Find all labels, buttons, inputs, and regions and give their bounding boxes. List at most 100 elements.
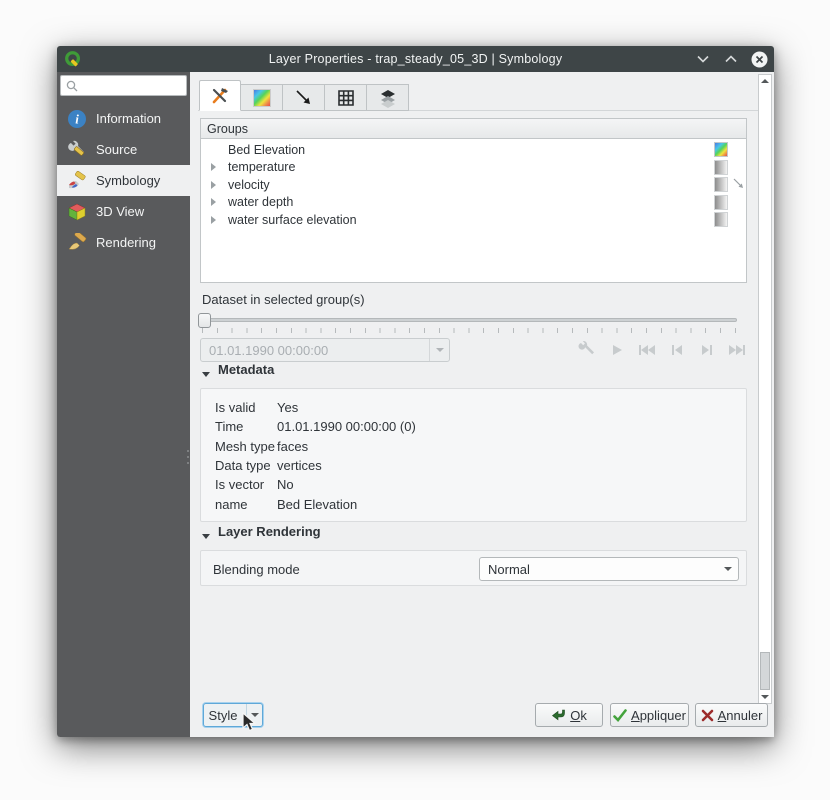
group-label: temperature	[228, 160, 295, 174]
layer-rendering-section-title[interactable]: Layer Rendering	[218, 524, 321, 539]
sidebar-item-rendering[interactable]: Rendering	[57, 227, 190, 258]
info-icon: i	[67, 109, 87, 129]
symbology-panel: Groups Bed Elevation temperature velocit…	[190, 72, 774, 737]
window-title: Layer Properties - trap_steady_05_3D | S…	[57, 52, 774, 66]
cancel-button[interactable]: Annuler	[695, 703, 768, 727]
group-label: velocity	[228, 178, 270, 192]
rendering-brush-icon	[67, 233, 87, 253]
skip-last-icon[interactable]	[726, 340, 748, 360]
tab-contours[interactable]	[241, 84, 283, 111]
search-icon	[65, 79, 79, 93]
symbology-tabbar	[199, 80, 409, 111]
groups-list[interactable]: Bed Elevation temperature velocity	[200, 139, 747, 283]
wrench-icon[interactable]	[576, 340, 598, 360]
metadata-value: 01.01.1990 00:00:00 (0)	[277, 419, 416, 434]
sidebar-item-information[interactable]: i Information	[57, 103, 190, 134]
scrollbar-thumb[interactable]	[760, 652, 770, 690]
title-bar[interactable]: Layer Properties - trap_steady_05_3D | S…	[57, 46, 774, 72]
sidebar-item-label: Rendering	[96, 235, 156, 250]
group-row-water-surface-elevation[interactable]: water surface elevation	[201, 211, 746, 229]
time-select-value: 01.01.1990 00:00:00	[209, 343, 328, 358]
metadata-row: Time 01.01.1990 00:00:00 (0)	[215, 417, 746, 436]
play-icon[interactable]	[606, 340, 628, 360]
groups-header: Groups	[200, 118, 747, 139]
metadata-label: Is valid	[215, 400, 277, 415]
sidebar-item-source[interactable]: Source	[57, 134, 190, 165]
time-slider[interactable]	[200, 318, 737, 322]
3d-cube-icon	[67, 202, 87, 222]
expand-icon[interactable]	[211, 198, 216, 206]
chevron-down-icon	[724, 567, 732, 571]
metadata-label: Mesh type	[215, 439, 277, 454]
group-row-velocity[interactable]: velocity	[201, 176, 746, 194]
collapse-icon[interactable]	[202, 372, 210, 377]
group-row-water-depth[interactable]: water depth	[201, 194, 746, 212]
group-label: water surface elevation	[228, 213, 357, 227]
ok-arrow-icon	[551, 709, 566, 722]
blending-mode-label: Blending mode	[213, 551, 300, 587]
next-frame-icon[interactable]	[696, 340, 718, 360]
grid-icon	[336, 88, 356, 108]
tab-stacked-averaging[interactable]	[367, 84, 409, 111]
time-select-dropdown[interactable]: 01.01.1990 00:00:00	[200, 338, 450, 362]
scroll-up-icon[interactable]	[759, 75, 771, 87]
sidebar-item-label: 3D View	[96, 204, 144, 219]
mouse-cursor	[242, 712, 258, 734]
expand-icon[interactable]	[211, 181, 216, 189]
metadata-section-title[interactable]: Metadata	[218, 362, 274, 377]
gray-swatch-icon	[714, 160, 728, 175]
x-icon	[701, 709, 714, 722]
checkmark-icon	[613, 709, 627, 722]
chevron-down-icon	[436, 348, 444, 352]
sidebar: i Information Source	[57, 72, 190, 737]
sidebar-item-symbology[interactable]: Symbology	[57, 165, 190, 196]
dataset-group-label: Dataset in selected group(s)	[202, 292, 365, 307]
time-slider-handle[interactable]	[198, 313, 211, 328]
ok-button[interactable]: Ok	[535, 703, 603, 727]
symbology-brush-icon	[67, 171, 87, 191]
tab-mesh-frame[interactable]	[325, 84, 367, 111]
sidebar-search-input[interactable]	[60, 75, 187, 96]
metadata-value: Bed Elevation	[277, 497, 357, 512]
metadata-value: No	[277, 477, 294, 492]
metadata-row: Is valid Yes	[215, 398, 746, 417]
splitter-handle[interactable]	[186, 444, 189, 470]
metadata-row: Data type vertices	[215, 456, 746, 475]
maximize-button[interactable]	[722, 50, 740, 68]
metadata-row: name Bed Elevation	[215, 494, 746, 513]
sidebar-item-label: Symbology	[96, 173, 160, 188]
metadata-box: Is valid Yes Time 01.01.1990 00:00:00 (0…	[200, 388, 747, 522]
skip-first-icon[interactable]	[636, 340, 658, 360]
sidebar-item-label: Information	[96, 111, 161, 126]
metadata-value: Yes	[277, 400, 298, 415]
source-tools-icon	[67, 140, 87, 160]
metadata-value: vertices	[277, 458, 322, 473]
tab-vectors[interactable]	[283, 84, 325, 111]
tab-general-settings[interactable]	[199, 80, 241, 111]
metadata-label: name	[215, 497, 277, 512]
group-label: Bed Elevation	[228, 143, 305, 157]
collapse-icon[interactable]	[202, 534, 210, 539]
layer-stack-icon	[378, 88, 398, 108]
close-button[interactable]	[750, 50, 768, 68]
gray-swatch-icon	[714, 195, 728, 210]
apply-button[interactable]: Appliquer	[610, 703, 689, 727]
expand-icon[interactable]	[211, 216, 216, 224]
rainbow-gradient-icon	[253, 89, 271, 107]
gray-swatch-icon	[714, 177, 728, 192]
scroll-down-icon[interactable]	[759, 691, 771, 703]
gray-swatch-icon	[714, 212, 728, 227]
expand-icon[interactable]	[211, 163, 216, 171]
blending-mode-dropdown[interactable]: Normal	[479, 557, 739, 581]
metadata-row: Is vector No	[215, 475, 746, 494]
group-row-bed-elevation[interactable]: Bed Elevation	[201, 141, 746, 159]
sidebar-item-label: Source	[96, 142, 137, 157]
vertical-scrollbar[interactable]	[758, 74, 772, 704]
vector-arrow-icon	[732, 177, 745, 190]
group-label: water depth	[228, 195, 293, 209]
prev-frame-icon[interactable]	[666, 340, 688, 360]
minimize-button[interactable]	[694, 50, 712, 68]
metadata-row: Mesh type faces	[215, 437, 746, 456]
group-row-temperature[interactable]: temperature	[201, 159, 746, 177]
sidebar-item-3d-view[interactable]: 3D View	[57, 196, 190, 227]
